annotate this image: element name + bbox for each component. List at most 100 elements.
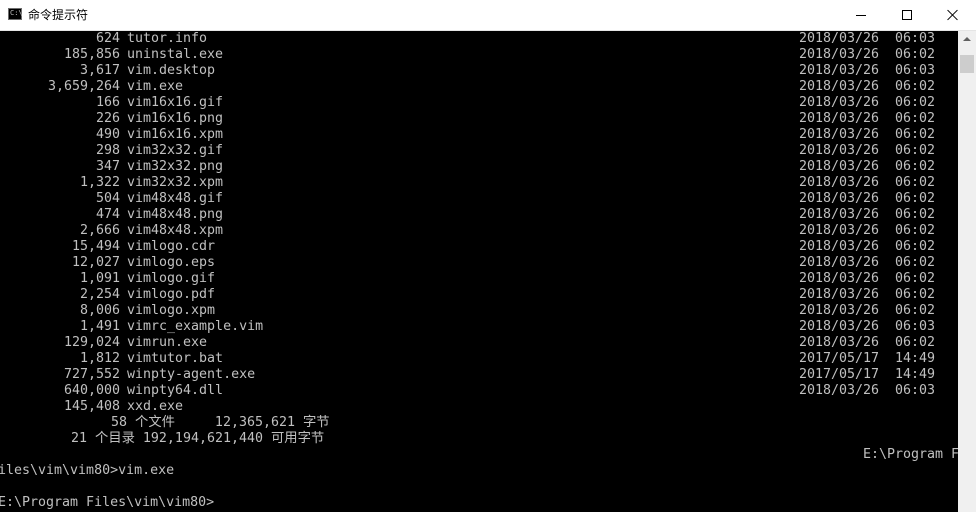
console-output[interactable]: 624 tutor.info 2018/03/26 06:03 185,856 unins… [0, 31, 958, 512]
file-date: 2018/03/26 [799, 383, 880, 398]
file-name: vim16x16.gif [127, 95, 224, 110]
file-size: 347 [95, 159, 120, 174]
file-date: 2018/03/26 [799, 191, 880, 206]
current-prompt[interactable]: E:\Program Files\vim\vim80> [0, 495, 214, 511]
file-size: 129,024 [63, 335, 120, 350]
file-date: 2017/05/17 [799, 351, 880, 366]
file-size: 166 [95, 95, 120, 110]
file-date: 2018/03/26 [799, 159, 880, 174]
file-date: 2018/03/26 [799, 31, 880, 46]
file-time: 06:02 [895, 239, 936, 254]
file-date: 2018/03/26 [799, 287, 880, 302]
file-date: 2018/03/26 [799, 127, 880, 142]
file-date: 2018/03/26 [799, 271, 880, 286]
file-size: 490 [95, 127, 120, 142]
scroll-thumb[interactable] [960, 55, 974, 73]
cmd-app-icon[interactable]: C:\ [8, 8, 23, 20]
file-name: winpty-agent.exe [127, 367, 256, 382]
file-size: 2,254 [79, 287, 120, 302]
file-name: vimlogo.cdr [127, 239, 216, 254]
file-size: 474 [95, 207, 120, 222]
scroll-up-arrow-icon[interactable] [958, 31, 976, 48]
command-line: iles\vim\vim80>vim.exe [0, 463, 175, 478]
file-name: vim32x32.png [127, 159, 224, 174]
file-name: vimlogo.xpm [127, 303, 216, 318]
file-size: 504 [95, 191, 120, 206]
file-size: 727,552 [63, 367, 120, 382]
file-time: 06:02 [895, 159, 936, 174]
vertical-scrollbar[interactable] [958, 31, 976, 512]
file-time: 06:02 [895, 111, 936, 126]
file-date: 2018/03/26 [799, 255, 880, 270]
file-time: 06:02 [895, 223, 936, 238]
close-button[interactable] [930, 0, 976, 30]
file-name: vimlogo.pdf [127, 287, 216, 302]
title-bar[interactable]: C:\ 命令提示符 [0, 0, 976, 31]
file-date: 2018/03/26 [799, 47, 880, 62]
file-size: 2,666 [79, 223, 120, 238]
window-title: 命令提示符 [28, 8, 89, 22]
file-size: 15,494 [71, 239, 120, 254]
file-date: 2018/03/26 [799, 79, 880, 94]
file-date: 2017/05/17 [799, 367, 880, 382]
file-name: vimrun.exe [127, 335, 208, 350]
summary-dirs: 21 个目录 192,194,621,440 可用字节 [71, 431, 325, 446]
file-time: 06:03 [895, 383, 936, 398]
file-size: 3,659,264 [47, 79, 120, 94]
file-time: 06:02 [895, 287, 936, 302]
file-name: vim48x48.png [127, 207, 224, 222]
file-date: 2018/03/26 [799, 335, 880, 350]
file-size: 1,091 [79, 271, 120, 286]
file-time: 06:02 [895, 95, 936, 110]
file-name: vim48x48.gif [127, 191, 224, 206]
file-name: vimlogo.gif [127, 271, 216, 286]
file-time: 14:49 [895, 367, 936, 382]
file-date: 2018/03/26 [799, 239, 880, 254]
maximize-button[interactable] [884, 0, 930, 30]
file-size: 1,812 [79, 351, 120, 366]
file-name: vim16x16.png [127, 111, 224, 126]
file-time: 06:02 [895, 127, 936, 142]
file-time: 06:03 [895, 31, 936, 46]
file-size: 226 [95, 111, 120, 126]
file-date: 2018/03/26 [799, 143, 880, 158]
file-name: vim16x16.xpm [127, 127, 224, 142]
file-name: xxd.exe [127, 399, 184, 414]
file-time: 06:03 [895, 319, 936, 334]
close-icon [947, 9, 959, 21]
file-name: vimrc_example.vim [127, 319, 264, 334]
file-size: 640,000 [63, 383, 120, 398]
file-name: vim32x32.gif [127, 143, 224, 158]
file-time: 06:02 [895, 303, 936, 318]
file-name: uninstal.exe [127, 47, 224, 62]
cmd-window: C:\ 命令提示符 624 tutor.info 2018/03/26 06:03 18… [0, 0, 976, 512]
file-time: 06:02 [895, 191, 936, 206]
file-time: 06:02 [895, 255, 936, 270]
file-time: 06:02 [895, 175, 936, 190]
file-date: 2018/03/26 [799, 95, 880, 110]
file-time: 06:03 [895, 63, 936, 78]
file-time: 06:02 [895, 79, 936, 94]
minimize-icon [856, 15, 866, 16]
file-time: 06:02 [895, 47, 936, 62]
file-name: vim48x48.xpm [127, 223, 224, 238]
file-time: 06:02 [895, 271, 936, 286]
file-date: 2018/03/26 [799, 223, 880, 238]
file-size: 185,856 [63, 47, 120, 62]
file-size: 12,027 [71, 255, 120, 270]
file-time: 06:02 [895, 143, 936, 158]
file-size: 145,408 [63, 399, 120, 414]
file-date: 2018/03/26 [799, 303, 880, 318]
file-time: 14:49 [895, 351, 936, 366]
file-time: 06:02 [895, 335, 936, 350]
minimize-button[interactable] [838, 0, 884, 30]
file-name: vim32x32.xpm [127, 175, 224, 190]
file-name: vimlogo.eps [127, 255, 216, 270]
file-size: 3,617 [79, 63, 120, 78]
file-size: 1,491 [79, 319, 120, 334]
file-size: 1,322 [79, 175, 120, 190]
file-size: 298 [95, 143, 120, 158]
file-time: 06:02 [895, 207, 936, 222]
file-date: 2018/03/26 [799, 175, 880, 190]
file-name: vimtutor.bat [127, 351, 224, 366]
